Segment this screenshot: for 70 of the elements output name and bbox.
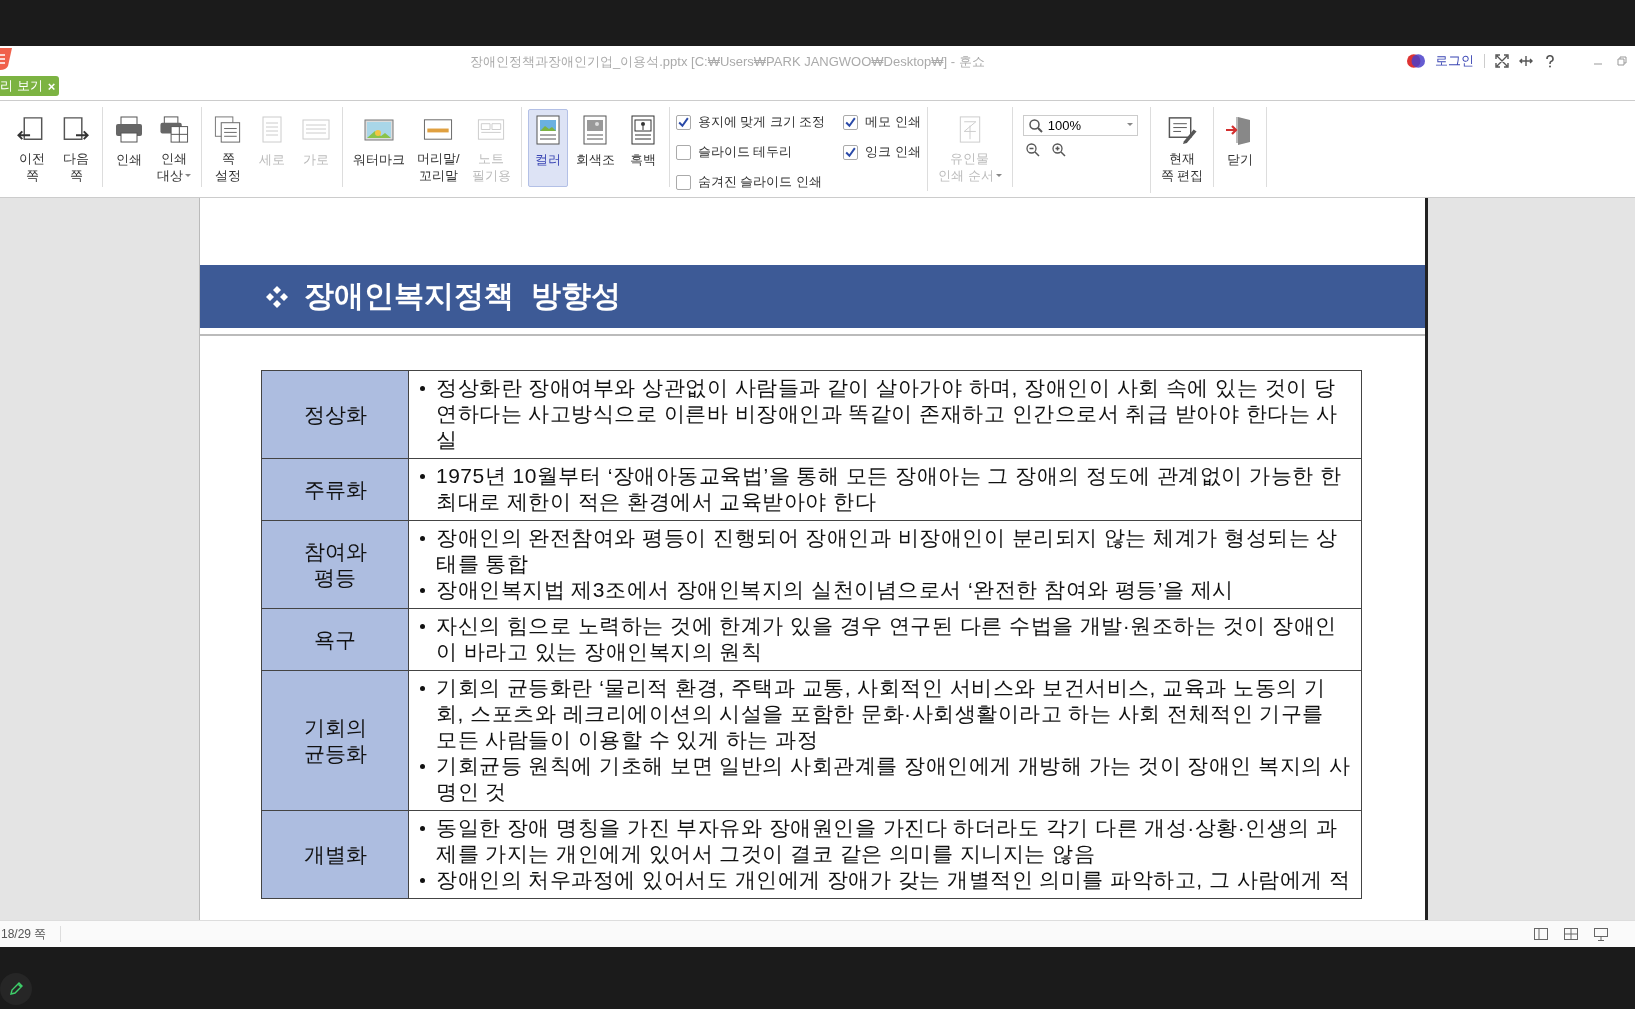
dropdown-caret-icon bbox=[995, 174, 1002, 177]
checkbox-option[interactable]: 메모 인쇄 bbox=[843, 113, 922, 131]
toolbar-button[interactable]: 쪽 설정 bbox=[208, 109, 248, 187]
bullet-icon bbox=[420, 536, 425, 541]
bullet-icon bbox=[420, 474, 425, 479]
toolbar-button[interactable]: 머리말/ 꼬리말 bbox=[413, 109, 464, 187]
toolbar-button[interactable]: 닫기 bbox=[1220, 109, 1261, 187]
bullet-icon bbox=[420, 386, 425, 391]
term-cell: 기회의 균등화 bbox=[262, 671, 409, 811]
pencil-icon bbox=[8, 981, 24, 997]
zoom-in-icon[interactable] bbox=[1050, 142, 1067, 158]
printer-icon bbox=[113, 114, 145, 146]
description-text: 자신의 힘으로 노력하는 것에 한계가 있을 경우 연구된 다른 수법을 개발·원조하는 것이 장애인이 바라고 있는 장애인복지의 원칙 bbox=[436, 613, 1338, 665]
bullet-icon bbox=[420, 588, 425, 593]
term-cell: 주류화 bbox=[262, 459, 409, 521]
description-text: 장애인의 완전참여와 평등이 진행되어 장애인과 비장애인이 분리되지 않는 체계가 형성되는 상태를 통합 bbox=[436, 525, 1339, 577]
description-text: 1975년 10월부터 ‘장애아동교육법’을 통해 모든 장애아는 그 장애의 정도에 관계없이 가능한 한 최대로 제한이 적은 환경에서 교육받아야 한다 bbox=[436, 463, 1343, 515]
checkbox-option[interactable]: 슬라이드 테두리 bbox=[675, 143, 826, 161]
pencil-button[interactable] bbox=[0, 973, 32, 1005]
page-pencil-icon bbox=[1166, 114, 1199, 145]
description-text: 동일한 장애 명칭을 가진 부자유와 장애원인을 가진다 하더라도 각기 다른 개성·상황·인생의 과제를 가지는 개인에게 있어서 그것이 결코 같은 의미를 지니지는 않음 bbox=[436, 815, 1339, 867]
checkbox-option[interactable]: 용지에 맞게 크기 조정 bbox=[675, 113, 826, 131]
description-text: 기회의 균등화란 ‘물리적 환경, 주택과 교통, 사회적인 서비스와 보건서비스, 교육과 노동의 기회, 스포츠와 레크리에이션의 시설을 포함한 문화·사회생활이라고 하는 사회 전체적인 기구를 모든 사람들이 이용할 수 있게 하는 과정 bbox=[436, 675, 1327, 753]
search-icon bbox=[1027, 117, 1044, 134]
toolbar-button[interactable]: 회색조 bbox=[571, 109, 619, 187]
presentation-icon[interactable] bbox=[1593, 926, 1609, 942]
normal-view-icon[interactable] bbox=[1533, 926, 1549, 942]
account-logo-icon bbox=[1407, 54, 1425, 68]
toolbar-button[interactable]: 이전 쪽 bbox=[12, 109, 52, 187]
login-link[interactable]: 로그인 bbox=[1435, 52, 1474, 70]
checkbox-option[interactable]: 숨겨진 슬라이드 인쇄 bbox=[675, 173, 826, 191]
window-title: 장애인정책과장애인기업_이용석.pptx [C:₩Users₩PARK JANGWOO₩Desktop₩] - 훈쇼 bbox=[470, 53, 985, 71]
term-cell: 욕구 bbox=[262, 609, 409, 671]
page-counter: 18/29 쪽 bbox=[0, 926, 62, 942]
description-text: 정상화란 장애여부와 상관없이 사람들과 같이 살아가야 하며, 장애인이 사회 속에 있는 것이 당연하다는 사고방식으로 이른바 비장애인과 똑같이 존재하고 인간으로서 취급 받아야 한다는 사실 bbox=[436, 375, 1339, 453]
bullet-icon bbox=[420, 826, 425, 831]
toolbar-button[interactable]: 인쇄 bbox=[109, 109, 149, 187]
fullscreen-icon[interactable] bbox=[1495, 54, 1509, 68]
dropdown-caret-icon bbox=[1126, 122, 1133, 126]
slide-heading: 장애인복지정책 방향성 bbox=[304, 278, 621, 314]
diamond-cluster-icon bbox=[264, 283, 290, 310]
description-text: 장애인의 처우과정에 있어서도 개인에게 장애가 갖는 개별적인 의미를 파악하고, 그 사람에게 적 bbox=[436, 867, 1351, 893]
printer-grid-icon bbox=[158, 114, 190, 145]
bullet-icon bbox=[420, 878, 425, 883]
checkbox-option[interactable]: 잉크 인쇄 bbox=[843, 143, 922, 161]
zoom-out-icon[interactable] bbox=[1024, 142, 1041, 158]
bullet-icon bbox=[420, 686, 425, 691]
term-cell: 참여와 평등 bbox=[262, 521, 409, 609]
description-text: 기회균등 원칙에 기초해 보면 일반의 사회관계를 장애인에게 개방해 가는 것이 장애인 복지의 사명인 것 bbox=[436, 753, 1351, 805]
description-text: 장애인복지법 제3조에서 장애인복지의 실천이념으로서 ‘완전한 참여와 평등’을 제시 bbox=[436, 577, 1234, 603]
resize-arrows-icon[interactable] bbox=[1519, 54, 1533, 68]
checkbox[interactable] bbox=[675, 174, 691, 190]
checkbox[interactable] bbox=[675, 144, 691, 160]
grid-view-icon[interactable] bbox=[1563, 926, 1579, 942]
toolbar-button[interactable]: 흑백 bbox=[622, 109, 663, 187]
checkbox[interactable] bbox=[843, 114, 859, 130]
toolbar-button[interactable]: 컬러 bbox=[527, 109, 568, 187]
toolbar-button[interactable]: 워터마크 bbox=[349, 109, 409, 187]
toolbar-button[interactable]: 인쇄 대상 bbox=[153, 109, 195, 187]
zoom-combo[interactable]: 100% bbox=[1022, 115, 1138, 136]
toolbar-button[interactable]: 현재 쪽 편집 bbox=[1156, 109, 1208, 187]
bullet-icon bbox=[420, 624, 425, 629]
dropdown-caret-icon bbox=[185, 174, 191, 177]
help-icon[interactable] bbox=[1543, 54, 1557, 68]
term-cell: 정상화 bbox=[262, 371, 409, 459]
term-cell: 개별화 bbox=[262, 811, 409, 899]
checkbox[interactable] bbox=[843, 144, 859, 160]
toolbar-button[interactable]: 다음 쪽 bbox=[56, 109, 96, 187]
bullet-icon bbox=[420, 764, 425, 769]
checkbox[interactable] bbox=[675, 114, 691, 130]
